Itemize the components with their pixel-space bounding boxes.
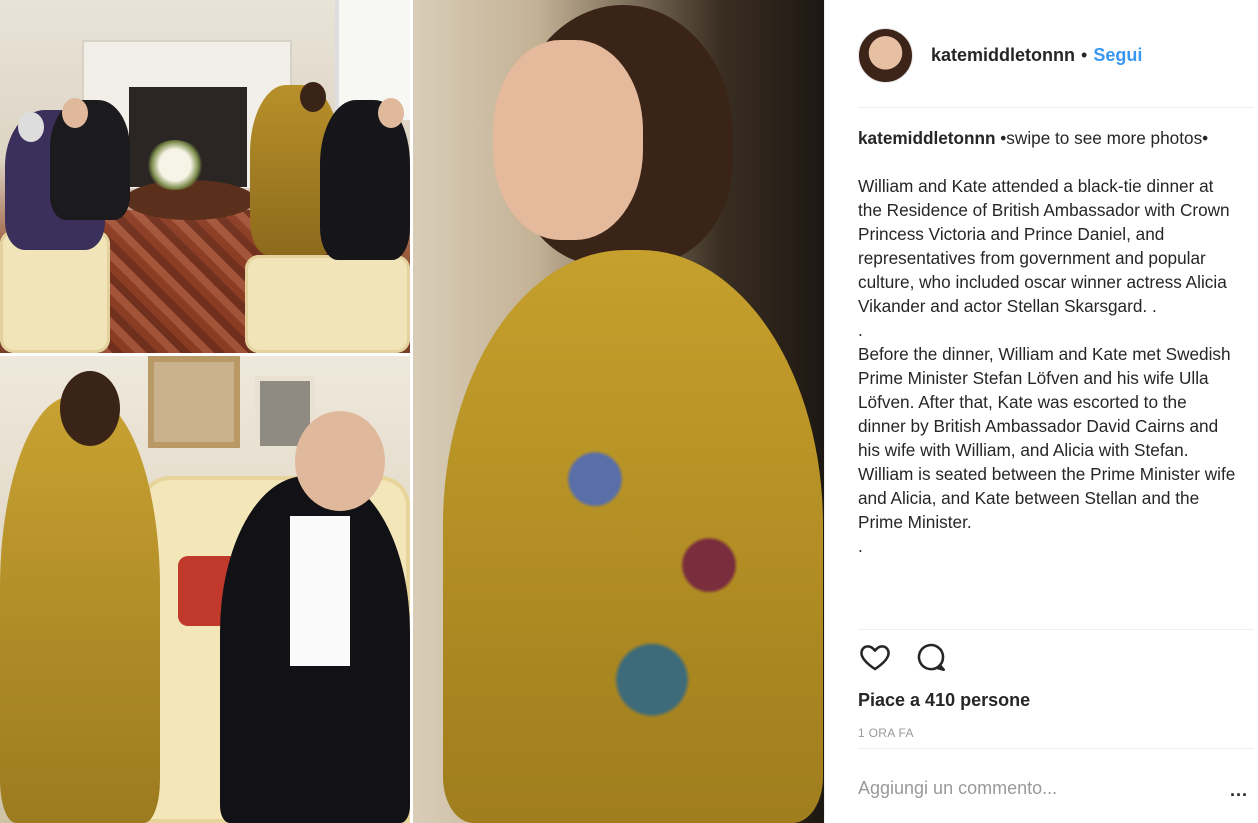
photo-cell-portrait bbox=[413, 0, 824, 823]
header-divider bbox=[858, 107, 1254, 108]
post-actions bbox=[858, 640, 948, 679]
follow-button[interactable]: Segui bbox=[1093, 45, 1142, 66]
header-username[interactable]: katemiddletonnn bbox=[931, 45, 1075, 66]
heart-icon[interactable] bbox=[858, 640, 892, 679]
post-timestamp[interactable]: 1 ORA FA bbox=[858, 726, 914, 740]
photo-cell-drawing-room bbox=[0, 0, 410, 353]
likes-count[interactable]: Piace a 410 persone bbox=[858, 690, 1030, 711]
caption-first-line: katemiddletonnn •swipe to see more photo… bbox=[858, 126, 1238, 150]
post-side-panel: katemiddletonnn • Segui katemiddletonnn … bbox=[824, 0, 1258, 823]
comment-divider bbox=[858, 748, 1254, 749]
caption-paragraph: . bbox=[858, 320, 863, 340]
avatar[interactable] bbox=[858, 27, 913, 83]
comment-input[interactable]: Aggiungi un commento... bbox=[858, 778, 1218, 799]
header-separator: • bbox=[1081, 44, 1088, 65]
caption-paragraph: Before the dinner, William and Kate met … bbox=[858, 344, 1236, 532]
more-options-icon[interactable]: ... bbox=[1230, 780, 1248, 801]
caption-divider bbox=[858, 629, 1254, 630]
photo-cell-seated-couple bbox=[0, 356, 410, 823]
caption-paragraph: William and Kate attended a black-tie di… bbox=[858, 176, 1235, 316]
post-caption: katemiddletonnn •swipe to see more photo… bbox=[858, 126, 1238, 626]
comment-icon[interactable] bbox=[914, 640, 948, 679]
post-header: katemiddletonnn • Segui bbox=[858, 27, 1226, 83]
post-photo[interactable] bbox=[0, 0, 824, 823]
caption-paragraph: . bbox=[858, 536, 863, 556]
caption-username[interactable]: katemiddletonnn bbox=[858, 128, 996, 148]
caption-intro: •swipe to see more photos• bbox=[995, 128, 1209, 148]
